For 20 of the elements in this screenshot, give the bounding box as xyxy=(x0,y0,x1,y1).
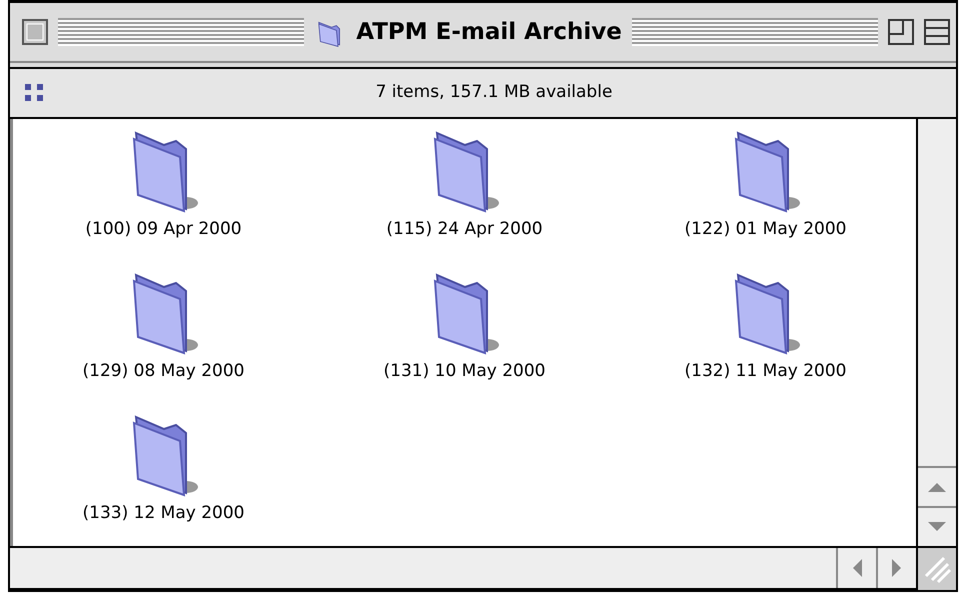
left-arrow-icon xyxy=(851,558,863,578)
title-bar-stripes[interactable] xyxy=(58,18,304,46)
folder-label[interactable]: (129) 08 May 2000 xyxy=(82,359,244,384)
folder-label[interactable]: (122) 01 May 2000 xyxy=(684,217,846,242)
status-text: 7 items, 157.1 MB available xyxy=(374,81,614,104)
view-icon[interactable] xyxy=(24,83,46,103)
folder-label[interactable]: (133) 12 May 2000 xyxy=(82,501,244,526)
up-arrow-icon xyxy=(927,481,947,493)
down-arrow-icon xyxy=(927,521,947,533)
title-bar-stripes[interactable] xyxy=(632,18,878,46)
folder-label[interactable]: (131) 10 May 2000 xyxy=(384,359,546,384)
resize-handle[interactable] xyxy=(922,554,952,584)
close-box[interactable] xyxy=(22,19,48,45)
right-arrow-icon xyxy=(891,558,903,578)
zoom-box[interactable] xyxy=(888,19,914,45)
collapse-box[interactable] xyxy=(924,19,950,45)
folder-label[interactable]: (100) 09 Apr 2000 xyxy=(85,217,242,242)
folder-label[interactable]: (115) 24 Apr 2000 xyxy=(386,217,543,242)
folder-label[interactable]: (132) 11 May 2000 xyxy=(684,359,846,384)
window-title: ATPM E-mail Archive xyxy=(356,18,622,47)
